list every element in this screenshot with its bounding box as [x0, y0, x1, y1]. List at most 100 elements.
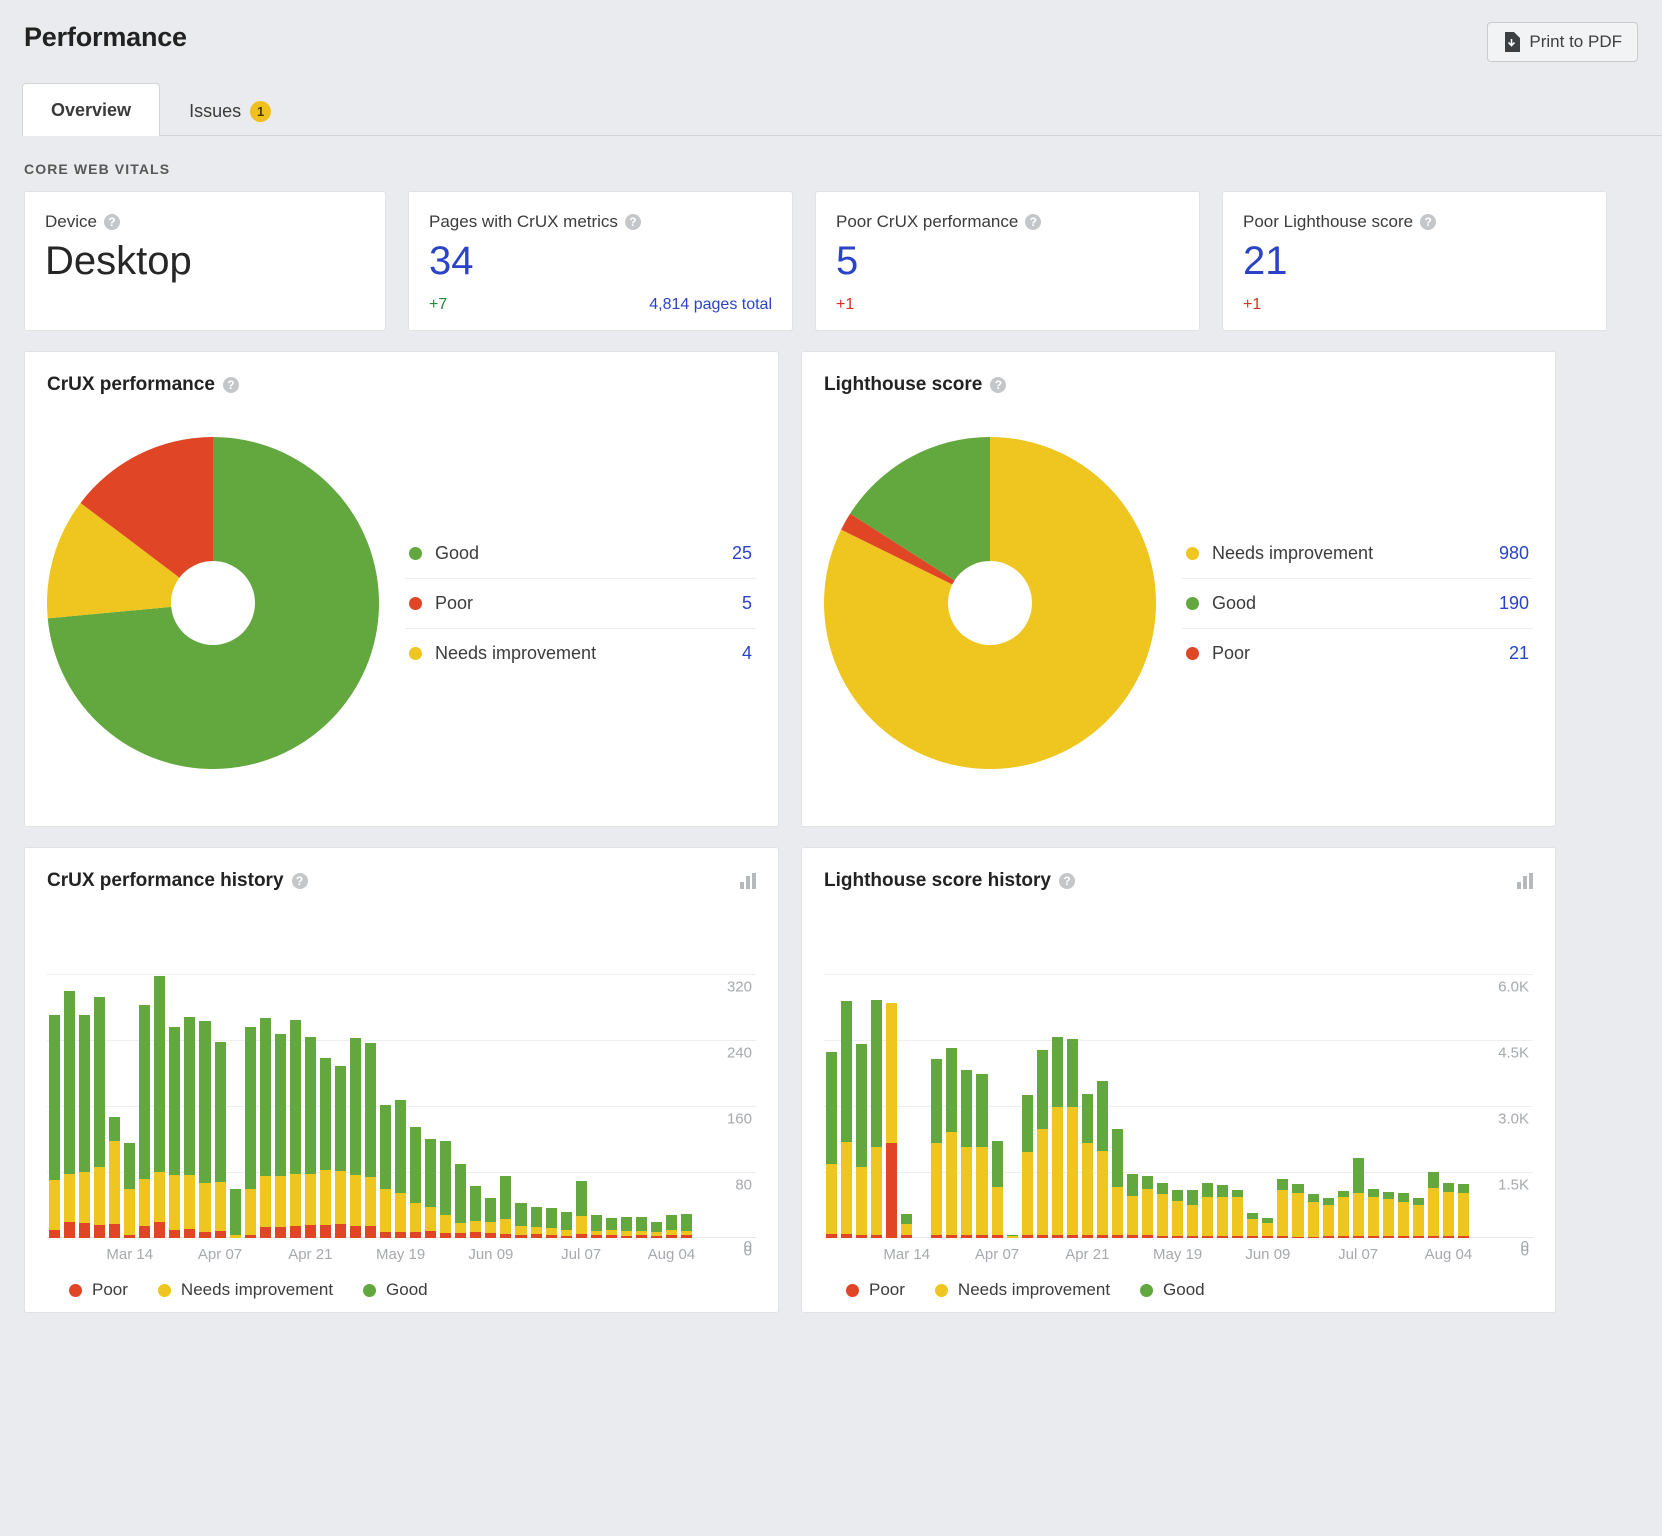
legend-value[interactable]: 190: [1499, 593, 1529, 614]
stacked-bar[interactable]: [1247, 908, 1258, 1238]
help-icon[interactable]: ?: [990, 377, 1006, 393]
stacked-bar[interactable]: [976, 908, 987, 1238]
stacked-bar[interactable]: [395, 908, 406, 1238]
tab-issues[interactable]: Issues 1: [160, 87, 300, 135]
stacked-bar[interactable]: [64, 908, 75, 1238]
legend-row[interactable]: Needs improvement980: [1182, 529, 1533, 579]
stacked-bar[interactable]: [1338, 908, 1349, 1238]
total-pages-link[interactable]: 4,814 pages total: [649, 296, 772, 314]
stacked-bar[interactable]: [636, 908, 647, 1238]
stacked-bar[interactable]: [1037, 908, 1048, 1238]
stacked-bar[interactable]: [1383, 908, 1394, 1238]
stacked-bar[interactable]: [1172, 908, 1183, 1238]
stacked-bar[interactable]: [961, 908, 972, 1238]
stacked-bar[interactable]: [425, 908, 436, 1238]
stacked-bar[interactable]: [1202, 908, 1213, 1238]
stacked-bar[interactable]: [124, 908, 135, 1238]
stacked-bar[interactable]: [1127, 908, 1138, 1238]
stacked-bar[interactable]: [681, 908, 692, 1238]
legend-value[interactable]: 21: [1509, 643, 1529, 664]
tab-overview[interactable]: Overview: [22, 83, 160, 136]
stacked-bar[interactable]: [305, 908, 316, 1238]
stacked-bar[interactable]: [1413, 908, 1424, 1238]
stacked-bar[interactable]: [199, 908, 210, 1238]
stacked-bar[interactable]: [1323, 908, 1334, 1238]
stacked-bar[interactable]: [1232, 908, 1243, 1238]
stacked-bar[interactable]: [841, 908, 852, 1238]
stacked-bar[interactable]: [290, 908, 301, 1238]
help-icon[interactable]: ?: [625, 214, 641, 230]
stacked-bar[interactable]: [1443, 908, 1454, 1238]
stacked-bar[interactable]: [320, 908, 331, 1238]
history-legend-item[interactable]: Good: [363, 1280, 428, 1300]
stacked-bar[interactable]: [485, 908, 496, 1238]
stacked-bar[interactable]: [606, 908, 617, 1238]
stacked-bar[interactable]: [871, 908, 882, 1238]
stacked-bar[interactable]: [215, 908, 226, 1238]
bar-chart-icon[interactable]: [740, 873, 756, 889]
stacked-bar[interactable]: [651, 908, 662, 1238]
stacked-bar[interactable]: [1292, 908, 1303, 1238]
stacked-bar[interactable]: [139, 908, 150, 1238]
help-icon[interactable]: ?: [223, 377, 239, 393]
stacked-bar[interactable]: [1368, 908, 1379, 1238]
help-icon[interactable]: ?: [104, 214, 120, 230]
stacked-bar[interactable]: [94, 908, 105, 1238]
stacked-bar[interactable]: [576, 908, 587, 1238]
legend-row[interactable]: Needs improvement4: [405, 629, 756, 678]
stacked-bar[interactable]: [1052, 908, 1063, 1238]
help-icon[interactable]: ?: [1025, 214, 1041, 230]
stacked-bar[interactable]: [380, 908, 391, 1238]
stacked-bar[interactable]: [931, 908, 942, 1238]
stacked-bar[interactable]: [901, 908, 912, 1238]
stacked-bar[interactable]: [946, 908, 957, 1238]
stacked-bar[interactable]: [1082, 908, 1093, 1238]
stacked-bar[interactable]: [992, 908, 1003, 1238]
stacked-bar[interactable]: [561, 908, 572, 1238]
print-to-pdf-button[interactable]: Print to PDF: [1487, 22, 1638, 62]
stacked-bar[interactable]: [1262, 908, 1273, 1238]
stacked-bar[interactable]: [260, 908, 271, 1238]
stacked-bar[interactable]: [169, 908, 180, 1238]
stacked-bar[interactable]: [245, 908, 256, 1238]
stacked-bar[interactable]: [184, 908, 195, 1238]
stacked-bar[interactable]: [666, 908, 677, 1238]
legend-row[interactable]: Good25: [405, 529, 756, 579]
stacked-bar[interactable]: [856, 908, 867, 1238]
stacked-bar[interactable]: [1277, 908, 1288, 1238]
stacked-bar[interactable]: [455, 908, 466, 1238]
stacked-bar[interactable]: [365, 908, 376, 1238]
legend-value[interactable]: 5: [742, 593, 752, 614]
legend-row[interactable]: Poor21: [1182, 629, 1533, 678]
stacked-bar[interactable]: [500, 908, 511, 1238]
stacked-bar[interactable]: [531, 908, 542, 1238]
history-legend-item[interactable]: Poor: [69, 1280, 128, 1300]
stacked-bar[interactable]: [1353, 908, 1364, 1238]
stacked-bar[interactable]: [916, 908, 927, 1238]
history-legend-item[interactable]: Poor: [846, 1280, 905, 1300]
history-legend-item[interactable]: Needs improvement: [935, 1280, 1110, 1300]
help-icon[interactable]: ?: [292, 873, 308, 889]
stacked-bar[interactable]: [410, 908, 421, 1238]
stacked-bar[interactable]: [49, 908, 60, 1238]
stacked-bar[interactable]: [1007, 908, 1018, 1238]
bar-chart-icon[interactable]: [1517, 873, 1533, 889]
stacked-bar[interactable]: [275, 908, 286, 1238]
stacked-bar[interactable]: [350, 908, 361, 1238]
help-icon[interactable]: ?: [1420, 214, 1436, 230]
stacked-bar[interactable]: [1022, 908, 1033, 1238]
legend-row[interactable]: Poor5: [405, 579, 756, 629]
history-legend-item[interactable]: Good: [1140, 1280, 1205, 1300]
stacked-bar[interactable]: [1187, 908, 1198, 1238]
legend-value[interactable]: 4: [742, 643, 752, 664]
stacked-bar[interactable]: [335, 908, 346, 1238]
stacked-bar[interactable]: [621, 908, 632, 1238]
stacked-bar[interactable]: [1217, 908, 1228, 1238]
stacked-bar[interactable]: [109, 908, 120, 1238]
stacked-bar[interactable]: [515, 908, 526, 1238]
stacked-bar[interactable]: [1112, 908, 1123, 1238]
stacked-bar[interactable]: [440, 908, 451, 1238]
stacked-bar[interactable]: [1142, 908, 1153, 1238]
stacked-bar[interactable]: [1398, 908, 1409, 1238]
stacked-bar[interactable]: [886, 908, 897, 1238]
